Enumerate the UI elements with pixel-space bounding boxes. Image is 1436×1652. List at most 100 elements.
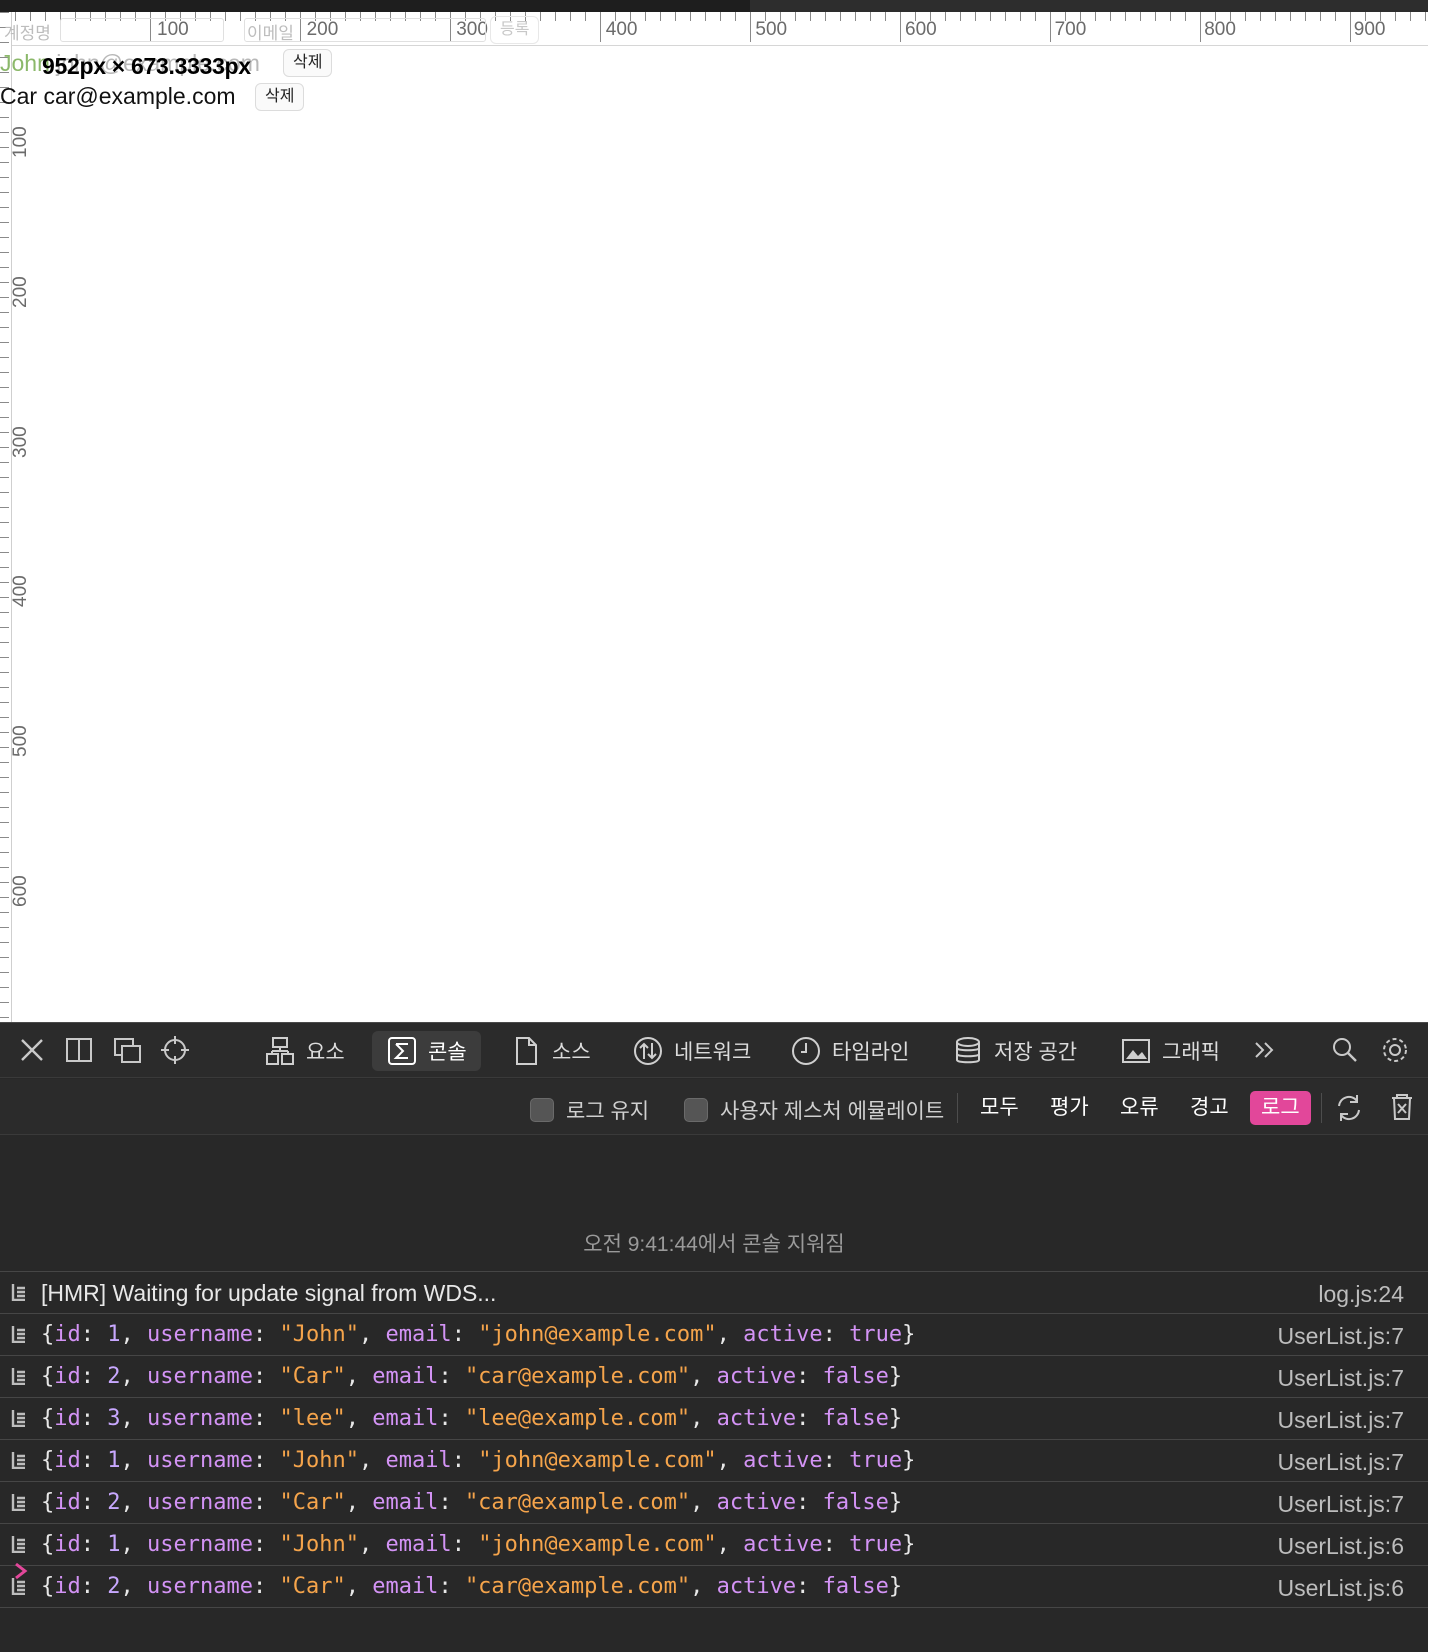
web-inspector: 요소 콘솔 소스 네트워크 타임라인 저장 공간 그래픽 로그 유지 사용자 제… [0, 1022, 1428, 1652]
field-id: 2 [107, 1490, 121, 1515]
console-row[interactable]: {id: 3, username: "lee", email: "lee@exa… [0, 1397, 1428, 1439]
level-logs[interactable]: 로그 [1250, 1091, 1311, 1125]
element-picker-icon[interactable] [160, 1035, 190, 1065]
ruler-tick [0, 252, 9, 253]
ruler-tick [0, 297, 9, 298]
tab-storage[interactable]: 저장 공간 [938, 1031, 1091, 1071]
checkbox-box[interactable] [530, 1098, 554, 1122]
field-email: "car@example.com" [464, 1490, 691, 1515]
console-row[interactable]: {id: 1, username: "John", email: "john@e… [0, 1313, 1428, 1355]
ruler-tick [690, 12, 691, 21]
ruler-tick [840, 12, 841, 21]
level-all[interactable]: 모두 [969, 1091, 1030, 1125]
ruler-tick [555, 12, 556, 21]
ruler-label: 400 [10, 575, 31, 608]
source-link[interactable]: UserList.js:6 [1277, 1575, 1404, 1602]
ruler-tick [0, 477, 9, 478]
search-icon[interactable] [1330, 1035, 1360, 1065]
tab-graphics[interactable]: 그래픽 [1106, 1031, 1234, 1071]
source-link[interactable]: UserList.js:7 [1277, 1407, 1404, 1434]
ruler-tick [900, 12, 901, 42]
divider [957, 1093, 958, 1123]
preserve-log-checkbox[interactable]: 로그 유지 [530, 1095, 649, 1125]
elements-icon [266, 1037, 294, 1065]
tab-network[interactable]: 네트워크 [618, 1031, 765, 1071]
source-link[interactable]: UserList.js:7 [1277, 1449, 1404, 1476]
detach-window-icon[interactable] [112, 1035, 142, 1065]
ruler-tick [0, 522, 9, 523]
ruler-tick [0, 417, 9, 418]
ruler-tick [855, 12, 856, 21]
field-id: 1 [107, 1322, 121, 1347]
source-link[interactable]: UserList.js:7 [1277, 1323, 1404, 1350]
ruler-tick [0, 762, 9, 763]
level-evaluations[interactable]: 평가 [1039, 1091, 1100, 1125]
log-icon [11, 1452, 25, 1469]
reload-icon[interactable] [1333, 1092, 1365, 1124]
page-viewport: 100 200 300 400 500 600 700 800 900 계정명 이메일 등록 J… [0, 0, 1428, 1022]
more-tabs-icon[interactable] [1250, 1035, 1280, 1065]
tab-console[interactable]: 콘솔 [372, 1031, 481, 1071]
log-object[interactable]: {id: 2, username: "Car", email: "car@exa… [41, 1490, 902, 1515]
network-icon [634, 1037, 662, 1065]
console-row[interactable]: {id: 2, username: "Car", email: "car@exa… [0, 1565, 1428, 1607]
ruler-tick [540, 12, 541, 21]
console-row[interactable]: {id: 2, username: "Car", email: "car@exa… [0, 1355, 1428, 1397]
gear-icon[interactable] [1380, 1035, 1410, 1065]
window-top-strip [0, 0, 1428, 12]
ruler-tick [960, 12, 961, 21]
field-active: false [822, 1406, 889, 1431]
console-output: 오전 9:41:44에서 콘솔 지워짐 [HMR] Waiting for up… [0, 1136, 1428, 1652]
log-object[interactable]: {id: 3, username: "lee", email: "lee@exa… [41, 1406, 902, 1431]
checkbox-box[interactable] [684, 1098, 708, 1122]
ruler-label: 600 [905, 19, 937, 40]
prompt-chevron-icon[interactable] [12, 1560, 30, 1582]
log-icon [11, 1494, 25, 1511]
clear-console-icon[interactable] [1387, 1092, 1417, 1122]
level-errors[interactable]: 오류 [1109, 1091, 1170, 1125]
level-warnings[interactable]: 경고 [1179, 1091, 1240, 1125]
source-link[interactable]: log.js:24 [1318, 1281, 1404, 1308]
source-link[interactable]: UserList.js:7 [1277, 1365, 1404, 1392]
ruler-tick [0, 747, 9, 748]
delete-button-1[interactable]: 삭제 [283, 49, 333, 77]
field-active: true [849, 1322, 903, 1347]
console-row[interactable]: {id: 2, username: "Car", email: "car@exa… [0, 1481, 1428, 1523]
close-icon[interactable] [17, 1035, 47, 1065]
source-link[interactable]: UserList.js:7 [1277, 1491, 1404, 1518]
ruler-tick [795, 12, 796, 21]
console-row[interactable]: {id: 1, username: "John", email: "john@e… [0, 1523, 1428, 1565]
storage-icon [956, 1037, 980, 1064]
delete-button-2[interactable]: 삭제 [255, 83, 305, 111]
dock-side-icon[interactable] [64, 1035, 94, 1065]
inspector-tab-bar: 요소 콘솔 소스 네트워크 타임라인 저장 공간 그래픽 [0, 1023, 1428, 1078]
emulate-gesture-checkbox[interactable]: 사용자 제스처 에뮬레이트 [684, 1095, 944, 1125]
ruler-tick [750, 12, 751, 42]
ruler-tick [1170, 12, 1171, 21]
ruler-tick [0, 822, 9, 823]
ruler-tick [0, 807, 9, 808]
log-object[interactable]: {id: 2, username: "Car", email: "car@exa… [41, 1364, 902, 1389]
ruler-tick [0, 357, 9, 358]
log-object[interactable]: {id: 1, username: "John", email: "john@e… [41, 1532, 915, 1557]
ruler-tick [990, 12, 991, 21]
ruler-tick [1425, 12, 1426, 21]
timeline-icon [792, 1037, 820, 1065]
tab-timeline[interactable]: 타임라인 [776, 1031, 923, 1071]
console-row[interactable]: [HMR] Waiting for update signal from WDS… [0, 1271, 1428, 1313]
log-object[interactable]: {id: 2, username: "Car", email: "car@exa… [41, 1574, 902, 1599]
tab-sources[interactable]: 소스 [496, 1031, 605, 1071]
ruler-tick [1125, 12, 1126, 21]
source-link[interactable]: UserList.js:6 [1277, 1533, 1404, 1560]
log-icon [11, 1326, 25, 1343]
ruler-tick [1020, 12, 1021, 21]
log-object[interactable]: {id: 1, username: "John", email: "john@e… [41, 1448, 915, 1473]
sources-icon [516, 1037, 537, 1065]
ruler-tick [0, 567, 9, 568]
ruler-tick [0, 387, 9, 388]
console-row[interactable]: {id: 1, username: "John", email: "john@e… [0, 1439, 1428, 1481]
field-id: 1 [107, 1532, 121, 1557]
log-object[interactable]: {id: 1, username: "John", email: "john@e… [41, 1322, 915, 1347]
tab-elements[interactable]: 요소 [250, 1031, 359, 1071]
ruler-tick [0, 882, 9, 883]
